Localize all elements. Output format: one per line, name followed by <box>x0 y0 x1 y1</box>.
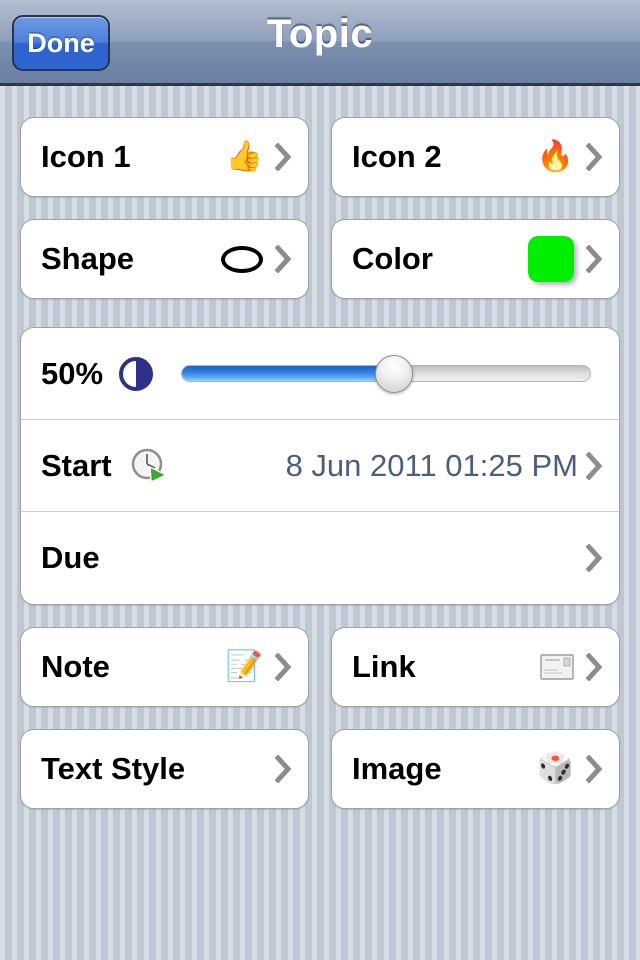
cell-color[interactable]: Color <box>331 219 620 299</box>
memo-emoji-glyph: 📝 <box>225 650 263 683</box>
cell-link[interactable]: Link <box>331 627 620 707</box>
cell-icon-2-label: Icon 2 <box>352 139 442 174</box>
contrast-half-circle-icon <box>119 356 154 391</box>
slider-thumb[interactable] <box>375 354 414 393</box>
cell-due[interactable]: Due <box>21 512 619 604</box>
dice-emoji-glyph: 🎲 <box>536 752 574 785</box>
cell-icon-2[interactable]: Icon 2 🔥 <box>331 117 620 197</box>
clock-play-icon <box>130 447 168 485</box>
chevron-right-icon <box>275 143 292 171</box>
cell-color-label: Color <box>352 241 433 276</box>
cell-text-style-label: Text Style <box>41 751 186 786</box>
cell-start[interactable]: Start 8 Jun 2011 01:25 PM <box>21 420 619 512</box>
cell-note[interactable]: Note 📝 <box>20 627 309 707</box>
envelope-card-icon <box>540 654 574 680</box>
chevron-right-icon <box>586 245 603 273</box>
cell-image[interactable]: Image 🎲 <box>331 729 620 809</box>
cell-shape[interactable]: Shape <box>20 219 309 299</box>
progress-slider[interactable] <box>181 354 591 393</box>
chevron-right-icon <box>275 653 292 681</box>
slider-fill <box>182 366 387 381</box>
section-note-link: Note 📝 Link <box>20 627 620 707</box>
chevron-right-icon <box>586 143 603 171</box>
settings-content: Icon 1 👍 Icon 2 🔥 Shape Color 50% Start … <box>0 117 640 809</box>
chevron-right-icon <box>586 544 603 572</box>
cell-icon-1[interactable]: Icon 1 👍 <box>20 117 309 197</box>
cell-text-style[interactable]: Text Style <box>20 729 309 809</box>
chevron-right-icon <box>275 245 292 273</box>
section-shape-color: Shape Color <box>20 219 620 299</box>
chevron-right-icon <box>586 653 603 681</box>
cell-start-label: Start <box>41 447 112 483</box>
cell-note-label: Note <box>41 649 110 684</box>
thumbs-up-icon: 👍 <box>226 142 263 172</box>
chevron-right-icon <box>586 451 603 480</box>
dice-icon: 🎲 <box>537 754 574 784</box>
section-progress-dates: 50% Start 8 Jun 2011 01:25 PM Due <box>20 327 620 605</box>
cell-due-label: Due <box>41 540 100 575</box>
fire-icon: 🔥 <box>537 142 574 172</box>
cell-progress[interactable]: 50% <box>21 328 619 420</box>
navigation-bar: Done Topic <box>0 0 640 86</box>
chevron-right-icon <box>275 755 292 783</box>
thumbs-up-emoji-glyph: 👍 <box>225 140 263 173</box>
cell-icon-1-label: Icon 1 <box>41 139 131 174</box>
cell-link-label: Link <box>352 649 416 684</box>
ellipse-shape-icon <box>221 245 263 273</box>
color-swatch-icon <box>528 236 574 282</box>
section-icons: Icon 1 👍 Icon 2 🔥 <box>20 117 620 197</box>
app-screen: Done Topic Icon 1 👍 Icon 2 🔥 Shape Color… <box>0 0 640 960</box>
cell-image-label: Image <box>352 751 442 786</box>
cell-progress-label: 50% <box>41 355 104 391</box>
cell-shape-label: Shape <box>41 241 135 276</box>
page-title: Topic <box>266 12 374 56</box>
section-textstyle-image: Text Style Image 🎲 <box>20 729 620 809</box>
fire-emoji-glyph: 🔥 <box>536 140 574 173</box>
chevron-right-icon <box>586 755 603 783</box>
memo-pencil-icon: 📝 <box>226 652 263 682</box>
cell-start-value: 8 Jun 2011 01:25 PM <box>285 447 578 483</box>
